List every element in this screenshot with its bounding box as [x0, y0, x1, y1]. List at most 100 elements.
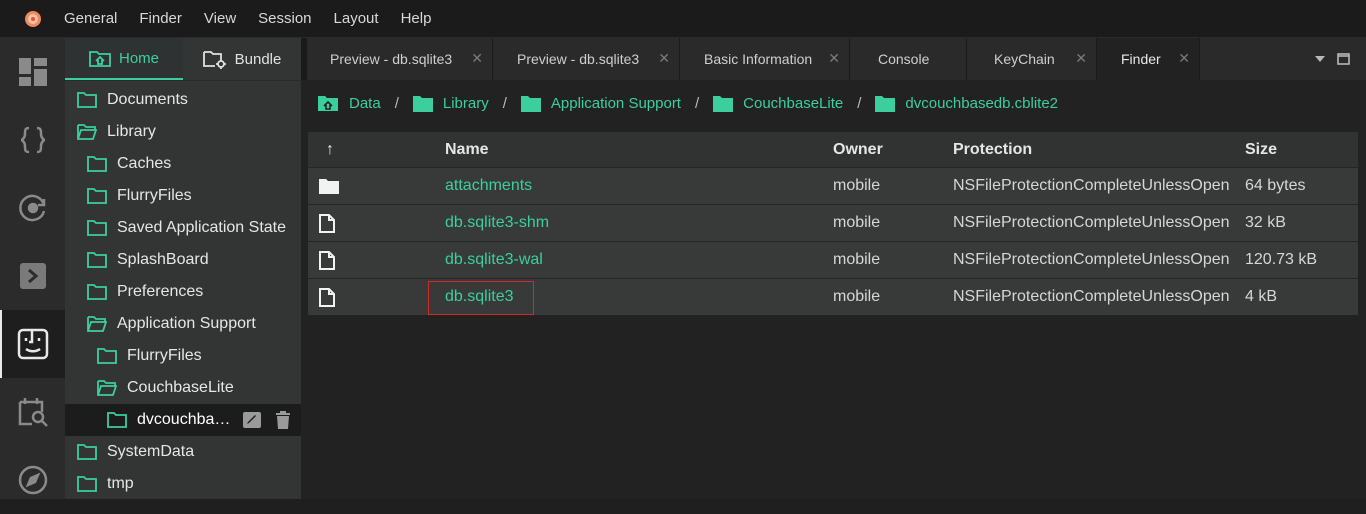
tree-item-label: Caches	[117, 155, 172, 172]
menu-finder[interactable]: Finder	[139, 10, 182, 27]
tree-item[interactable]: CouchbaseLite	[65, 372, 301, 404]
tab-home-label: Home	[118, 49, 159, 67]
tree-item[interactable]: Preferences	[65, 276, 301, 308]
breadcrumb: Data / Library / Application Support / C…	[317, 90, 1058, 116]
tab-finder[interactable]: Finder ✕	[1097, 38, 1200, 80]
tree-item[interactable]: SplashBoard	[65, 244, 301, 276]
home-folder-icon	[89, 51, 111, 67]
breadcrumb-application-support[interactable]: Application Support	[520, 94, 681, 112]
folder-icon	[77, 444, 97, 460]
table-header: ↑ Name Owner Protection Size	[308, 132, 1358, 167]
tab-label: Preview - db.sqlite3	[330, 51, 453, 67]
breadcrumb-label: Application Support	[550, 94, 681, 112]
close-icon[interactable]: ✕	[1075, 50, 1087, 67]
finder-icon[interactable]	[0, 310, 65, 378]
tree-item[interactable]: tmp	[65, 468, 301, 500]
file-tree-sidebar: Home Bundle Documents Library Caches Flurry…	[65, 38, 301, 499]
folder-icon	[77, 476, 97, 492]
folder-open-icon	[77, 124, 97, 140]
table-row[interactable]: db.sqlite3 mobile NSFileProtectionComplete…	[308, 278, 1358, 315]
column-size[interactable]: Size	[1245, 132, 1277, 167]
column-protection[interactable]: Protection	[953, 132, 1032, 167]
tree-item[interactable]: FlurryFiles	[65, 340, 301, 372]
folder-icon	[713, 95, 734, 112]
sidebar-tabs: Home Bundle	[65, 38, 301, 81]
tab-home[interactable]: Home	[65, 38, 183, 80]
breadcrumb-label: CouchbaseLite	[743, 94, 844, 112]
tree-item[interactable]: SystemData	[65, 436, 301, 468]
tree-item-label: Documents	[107, 91, 188, 108]
tab-keychain[interactable]: KeyChain ✕	[967, 38, 1097, 80]
table-row[interactable]: db.sqlite3-wal mobile NSFileProtectionComp…	[308, 241, 1358, 278]
cell-size: 120.73 kB	[1245, 251, 1318, 268]
tree-item[interactable]: Caches	[65, 148, 301, 180]
tree-item-label: FlurryFiles	[127, 347, 202, 364]
tree-item[interactable]: Saved Application State	[65, 212, 301, 244]
table-row[interactable]: db.sqlite3-shm mobile NSFileProtectionComp…	[308, 204, 1358, 241]
bundle-folder-icon	[202, 51, 226, 69]
tree-item-label: Saved Application State	[117, 219, 287, 236]
breadcrumb-label: dvcouchbasedb.cblite2	[905, 94, 1059, 112]
breadcrumb-dvcouchbasedb[interactable]: dvcouchbasedb.cblite2	[875, 95, 1058, 112]
close-icon[interactable]: ✕	[471, 50, 483, 67]
tab-bar: Preview - db.sqlite3 ✕ Preview - db.sqlit…	[301, 38, 1366, 80]
dashboard-icon[interactable]	[0, 38, 65, 106]
tree-item[interactable]: Library	[65, 116, 301, 148]
tree-item[interactable]: FlurryFiles	[65, 180, 301, 212]
terminal-icon[interactable]	[0, 242, 65, 310]
breadcrumb-data[interactable]: Data	[317, 94, 381, 112]
cell-name[interactable]: db.sqlite3-wal	[445, 242, 543, 278]
tree-item-label: dvcouchba…	[137, 411, 231, 428]
close-icon[interactable]: ✕	[1178, 50, 1190, 67]
tab-console[interactable]: Console	[850, 38, 967, 80]
close-icon[interactable]: ✕	[828, 50, 840, 67]
folder-open-icon	[97, 380, 117, 396]
menu-view[interactable]: View	[204, 10, 236, 27]
tree-item-label: Library	[107, 123, 156, 140]
table-row[interactable]: attachments mobile NSFileProtectionComplet…	[308, 167, 1358, 204]
cell-name[interactable]: attachments	[445, 168, 532, 204]
sort-arrow-icon[interactable]: ↑	[326, 132, 334, 167]
breadcrumb-library[interactable]: Library	[412, 95, 489, 112]
cell-protection: NSFileProtectionCompleteUnlessOpen	[953, 177, 1230, 194]
tree-item[interactable]: dvcouchba…	[65, 404, 301, 436]
activity-rail	[0, 38, 65, 499]
braces-icon[interactable]	[0, 106, 65, 174]
tab-basic-information[interactable]: Basic Information ✕	[680, 38, 850, 80]
tree-item-label: FlurryFiles	[117, 187, 192, 204]
tab-preview-1[interactable]: Preview - db.sqlite3 ✕	[307, 38, 493, 80]
column-name[interactable]: Name	[445, 132, 489, 167]
cell-name[interactable]: db.sqlite3-shm	[445, 205, 549, 241]
folder-icon	[875, 95, 896, 112]
edit-icon[interactable]	[243, 412, 261, 428]
folder-icon	[97, 348, 117, 364]
tab-label: Finder	[1121, 51, 1161, 67]
trash-icon[interactable]	[276, 411, 290, 429]
cell-owner: mobile	[833, 288, 881, 305]
menu-layout[interactable]: Layout	[334, 10, 379, 27]
folder-icon	[87, 156, 107, 172]
menu-help[interactable]: Help	[401, 10, 432, 27]
column-owner[interactable]: Owner	[833, 132, 883, 167]
menu-session[interactable]: Session	[258, 10, 311, 27]
close-icon[interactable]: ✕	[658, 50, 670, 67]
compass-icon[interactable]	[0, 446, 65, 514]
tree-item-label: CouchbaseLite	[127, 379, 234, 396]
folder-icon	[107, 412, 127, 428]
tab-dropdown-icon[interactable]	[1315, 38, 1325, 80]
tab-bundle[interactable]: Bundle	[183, 38, 301, 80]
breadcrumb-couchbaselite[interactable]: CouchbaseLite	[713, 95, 843, 112]
maximize-icon[interactable]	[1337, 38, 1350, 80]
folder-icon	[87, 220, 107, 236]
menu-general[interactable]: General	[64, 10, 117, 27]
tab-label: Preview - db.sqlite3	[517, 51, 640, 67]
tree-item[interactable]: Application Support	[65, 308, 301, 340]
breadcrumb-separator: /	[394, 94, 399, 112]
tree-item[interactable]: Documents	[65, 84, 301, 116]
calendar-search-icon[interactable]	[0, 378, 65, 446]
cell-protection: NSFileProtectionCompleteUnlessOpen	[953, 288, 1230, 305]
cell-owner: mobile	[833, 214, 881, 231]
cell-size: 64 bytes	[1245, 177, 1306, 194]
sync-gear-icon[interactable]	[0, 174, 65, 242]
tab-preview-2[interactable]: Preview - db.sqlite3 ✕	[493, 38, 680, 80]
